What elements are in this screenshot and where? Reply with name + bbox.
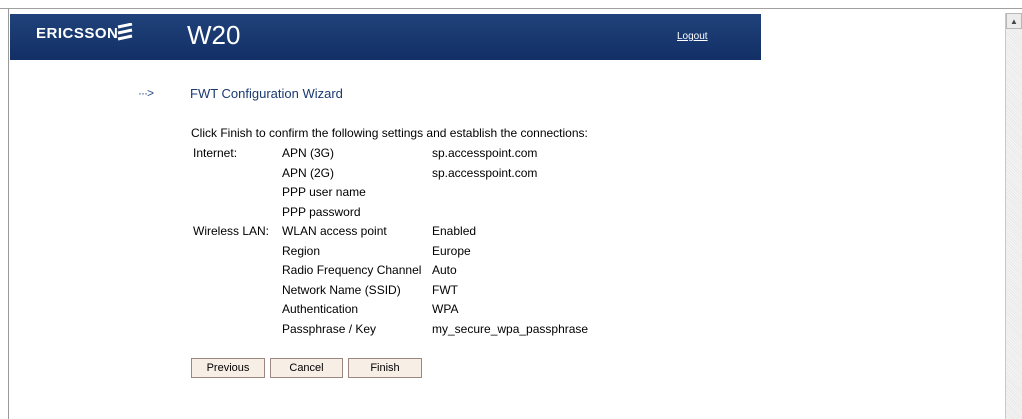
settings-value: Auto xyxy=(432,263,457,277)
settings-label: Passphrase / Key xyxy=(282,322,377,336)
cancel-button[interactable]: Cancel xyxy=(270,358,343,378)
settings-section-label: Wireless LAN: xyxy=(193,224,270,238)
settings-label: Network Name (SSID) xyxy=(282,283,401,297)
settings-value: Europe xyxy=(432,244,471,258)
settings-value: Enabled xyxy=(432,224,477,238)
logout-link[interactable]: Logout xyxy=(677,31,708,42)
settings-value: FWT xyxy=(432,283,458,297)
intro-text: Click Finish to confirm the following se… xyxy=(191,126,588,140)
scroll-up-button[interactable]: ▲ xyxy=(1006,13,1022,29)
frame-border xyxy=(8,8,9,419)
settings-label: APN (2G) xyxy=(282,166,335,180)
settings-value: my_secure_wpa_passphrase xyxy=(432,322,589,336)
top-strip xyxy=(0,0,1022,9)
settings-section-label: Internet: xyxy=(193,146,238,160)
settings-label: APN (3G) xyxy=(282,146,335,160)
settings-label: Region xyxy=(282,244,321,258)
settings-label: PPP user name xyxy=(282,185,366,199)
settings-label: Radio Frequency Channel xyxy=(282,263,422,277)
settings-value: WPA xyxy=(432,302,459,316)
product-model: W20 xyxy=(187,20,241,50)
previous-button[interactable]: Previous xyxy=(191,358,265,378)
brand-name: ERICSSON xyxy=(36,25,119,42)
settings-label: Authentication xyxy=(282,302,359,316)
finish-button[interactable]: Finish xyxy=(348,358,422,378)
settings-label: PPP password xyxy=(282,205,361,219)
arrow-icon: ···> xyxy=(138,86,154,100)
settings-value: sp.accesspoint.com xyxy=(432,166,538,180)
vertical-scrollbar[interactable]: ▲ xyxy=(1005,13,1022,419)
ericsson-logo-icon xyxy=(116,22,134,46)
settings-value: sp.accesspoint.com xyxy=(432,146,538,160)
settings-label: WLAN access point xyxy=(282,224,387,238)
page-title: FWT Configuration Wizard xyxy=(190,86,343,101)
header-banner: ERICSSON W20 Logout xyxy=(10,14,761,60)
